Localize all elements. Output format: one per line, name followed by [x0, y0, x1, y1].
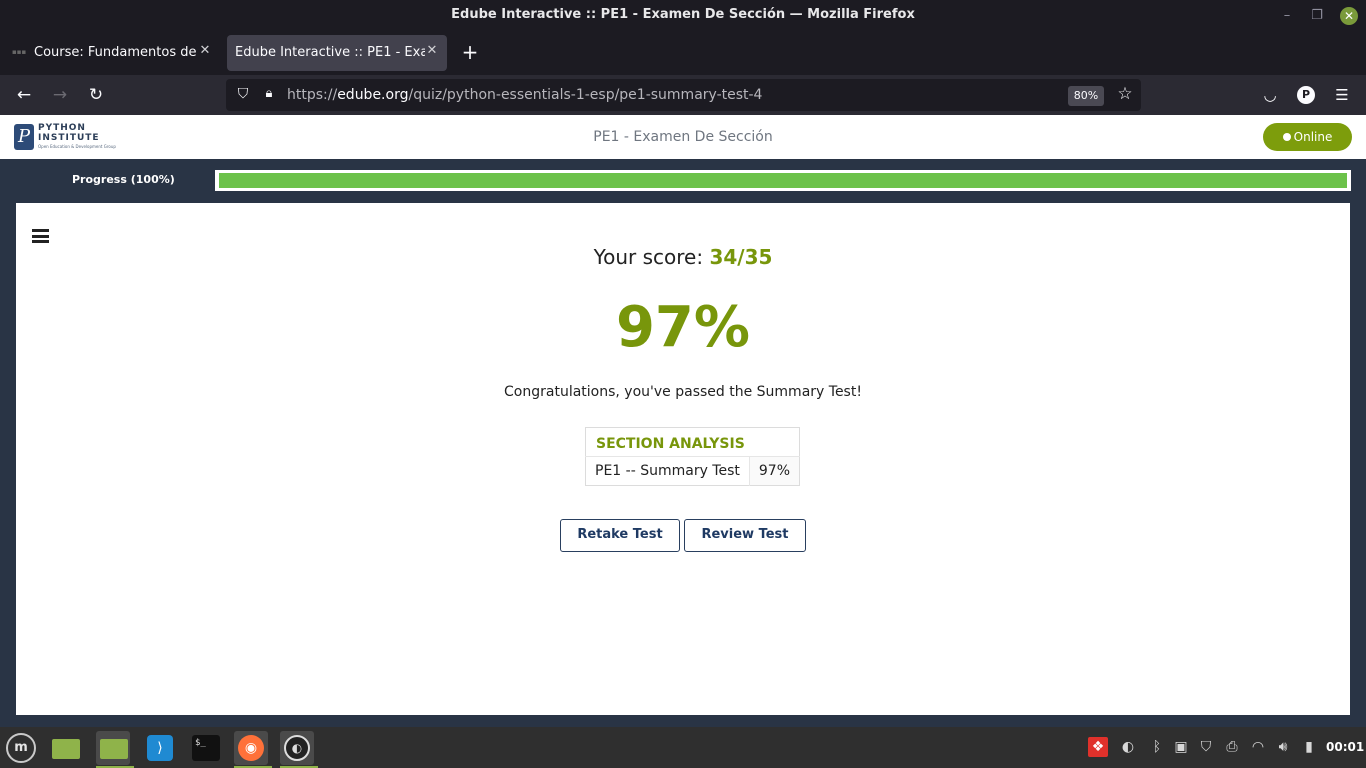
tab-course[interactable]: ▪▪▪ Course: Fundamentos de Python ✕	[2, 35, 220, 71]
taskbar-terminal[interactable]: $_	[188, 731, 222, 765]
lock-icon[interactable]: 🔒︎	[260, 86, 278, 104]
progress-bar-fill	[219, 173, 1347, 188]
minimize-icon[interactable]: –	[1278, 7, 1296, 25]
url-text[interactable]: https://edube.org/quiz/python-essentials…	[287, 87, 762, 103]
mint-menu-icon[interactable]: m	[6, 733, 36, 763]
congratulations-message: Congratulations, you've passed the Summa…	[504, 384, 862, 400]
status-dot-icon	[1282, 133, 1291, 141]
taskbar: m ⟩ $_ ◉ ◐ ❖ ◐ ᛒ ▣ ⛉ ⎙ ◠ 🔊︎ ▮ 00:01	[0, 727, 1366, 768]
cisco-favicon-icon: ▪▪▪	[12, 48, 27, 56]
close-tab-icon[interactable]: ✕	[423, 43, 441, 61]
tab-edube-active[interactable]: Edube Interactive :: PE1 - Examen De Sec…	[227, 35, 447, 71]
address-bar[interactable]: ⛉ 🔒︎ https://edube.org/quiz/python-essen…	[226, 79, 1141, 111]
new-tab-icon[interactable]: +	[458, 41, 482, 65]
online-status-button[interactable]: Online	[1263, 123, 1352, 151]
table-row: PE1 -- Summary Test 97%	[585, 456, 800, 486]
tab-label: Edube Interactive :: PE1 - Examen De Sec…	[235, 45, 425, 60]
folder-icon	[100, 739, 128, 759]
taskbar-files-2[interactable]	[96, 731, 134, 768]
bookmark-star-icon[interactable]: ☆	[1114, 84, 1136, 106]
pocket-icon[interactable]: ◡	[1258, 83, 1282, 107]
account-avatar[interactable]: P	[1297, 86, 1315, 104]
close-tab-icon[interactable]: ✕	[196, 43, 214, 61]
taskbar-vscode[interactable]: ⟩	[143, 731, 177, 765]
anydesk-tray-icon[interactable]: ❖	[1088, 737, 1108, 757]
reload-icon[interactable]: ↻	[84, 83, 108, 107]
close-window-icon[interactable]: ✕	[1340, 7, 1358, 25]
page-content: P PYTHON INSTITUTE Open Education & Deve…	[0, 115, 1366, 727]
site-header: P PYTHON INSTITUTE Open Education & Deve…	[0, 115, 1366, 159]
tab-label: Course: Fundamentos de Python	[34, 45, 200, 60]
firefox-icon: ◉	[238, 735, 264, 761]
section-name: PE1 -- Summary Test	[585, 456, 750, 486]
clock[interactable]: 00:01	[1326, 740, 1364, 754]
maximize-icon[interactable]: ❐	[1308, 7, 1326, 25]
online-status-label: Online	[1293, 130, 1333, 144]
section-analysis-header: SECTION ANALYSIS	[596, 436, 745, 452]
progress-label: Progress (100%)	[72, 173, 175, 186]
terminal-icon: $_	[192, 735, 220, 761]
menu-icon[interactable]: ☰	[1330, 83, 1354, 107]
window-title: Edube Interactive :: PE1 - Examen De Sec…	[451, 7, 915, 22]
bluetooth-icon[interactable]: ᛒ	[1147, 737, 1167, 757]
taskbar-files-1[interactable]	[48, 731, 82, 765]
section-percent: 97%	[748, 456, 800, 486]
section-analysis-table: SECTION ANALYSIS PE1 -- Summary Test 97%	[585, 427, 800, 486]
obs-tray-icon[interactable]: ◐	[1118, 737, 1138, 757]
score-percent: 97%	[615, 295, 751, 360]
navigation-bar: ← → ↻ ⛉ 🔒︎ https://edube.org/quiz/python…	[0, 75, 1366, 115]
tracking-shield-icon[interactable]: ⛉	[234, 86, 252, 104]
folder-icon	[52, 739, 80, 759]
taskbar-firefox[interactable]: ◉	[234, 731, 272, 768]
hamburger-menu-icon[interactable]	[32, 229, 49, 243]
update-shield-icon[interactable]: ⛉	[1196, 737, 1216, 757]
battery-icon[interactable]: ▮	[1299, 737, 1319, 757]
progress-bar	[215, 170, 1351, 191]
score-value: 34/35	[709, 245, 773, 269]
page-title: PE1 - Examen De Sección	[593, 129, 773, 145]
volume-icon[interactable]: 🔊︎	[1273, 737, 1293, 757]
obs-icon: ◐	[284, 735, 310, 761]
forward-icon[interactable]: →	[48, 83, 72, 107]
wifi-icon[interactable]: ◠	[1248, 737, 1268, 757]
score-line: Your score: 34/35	[16, 245, 1350, 269]
taskbar-obs[interactable]: ◐	[280, 731, 318, 768]
review-test-button[interactable]: Review Test	[684, 519, 806, 552]
vscode-icon: ⟩	[147, 735, 173, 761]
printer-icon[interactable]: ⎙	[1222, 737, 1242, 757]
retake-test-button[interactable]: Retake Test	[560, 519, 680, 552]
window-titlebar: Edube Interactive :: PE1 - Examen De Sec…	[0, 0, 1366, 31]
score-label: Your score:	[593, 245, 704, 269]
back-icon[interactable]: ←	[12, 83, 36, 107]
clipboard-icon[interactable]: ▣	[1171, 737, 1191, 757]
tab-bar: ▪▪▪ Course: Fundamentos de Python ✕ Edub…	[0, 31, 1366, 75]
zoom-level-badge[interactable]: 80%	[1068, 86, 1104, 106]
results-card: Your score: 34/35 97% Congratulations, y…	[16, 203, 1350, 715]
